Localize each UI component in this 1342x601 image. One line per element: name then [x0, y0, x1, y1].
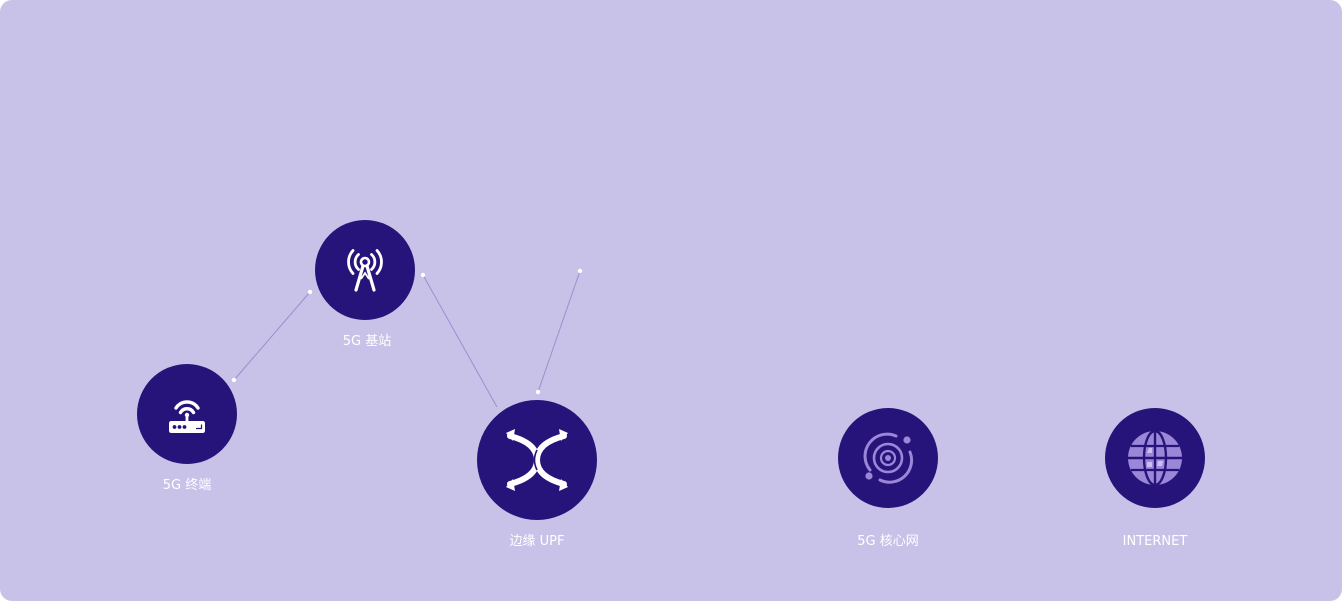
globe-icon	[1128, 429, 1182, 487]
connector-dot	[307, 289, 313, 295]
node-core-network	[838, 408, 938, 508]
node-base-station	[315, 220, 415, 320]
node-core-network-label: 5G 核心网	[857, 534, 919, 549]
node-internet-label: INTERNET	[1122, 534, 1188, 549]
switch-arrows-icon	[506, 429, 568, 491]
node-terminal-label: 5G 终端	[162, 478, 212, 493]
antenna-tower-icon	[347, 249, 383, 292]
connector-edge-upf-to-core	[537, 270, 581, 393]
router-icon	[169, 400, 205, 433]
node-edge-upf-label: 边缘 UPF	[509, 534, 565, 549]
connector-lines	[231, 268, 583, 408]
node-terminal	[137, 364, 237, 464]
node-base-station-label: 5G 基站	[342, 334, 392, 349]
connector-dot	[577, 268, 583, 274]
connector-dot	[420, 272, 426, 278]
connector-dot	[231, 377, 237, 383]
network-diagram: 5G 终端 5G 基站 边缘 UPF 5G 核心网 INTERNET	[0, 0, 1342, 601]
node-internet	[1105, 408, 1205, 508]
orbit-icon	[863, 432, 914, 484]
node-edge-upf	[477, 400, 597, 520]
connector-dot	[535, 389, 541, 395]
